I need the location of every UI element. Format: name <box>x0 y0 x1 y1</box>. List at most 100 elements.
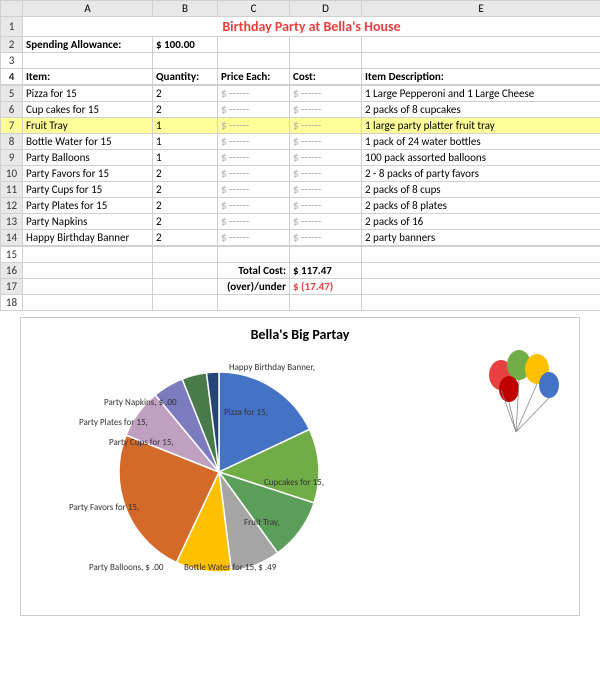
cell-3e <box>362 53 600 69</box>
item-qty: 1 <box>153 150 218 166</box>
item-qty: 2 <box>153 230 218 246</box>
item-qty: 1 <box>153 134 218 150</box>
cell-17e <box>362 279 600 295</box>
table-row: 10Party Favors for 152$ ------$ ------2 … <box>1 166 600 182</box>
total-cost-value: $ 117.47 <box>290 263 362 279</box>
row-num-13: 13 <box>1 214 23 230</box>
cell-2e <box>362 37 600 53</box>
table-row: 8Bottle Water for 151$ ------$ ------1 p… <box>1 134 600 150</box>
item-price: $ ------ <box>218 166 290 182</box>
pie-label-favors: Party Favors for 15, <box>69 502 139 513</box>
item-desc: 2 packs of 8 cups <box>362 182 600 198</box>
item-qty: 2 <box>153 198 218 214</box>
cell-3a <box>23 53 153 69</box>
item-name: Party Plates for 15 <box>23 198 153 214</box>
item-desc: 2 - 8 packs of party favors <box>362 166 600 182</box>
item-qty: 1 <box>153 118 218 134</box>
cell-18e <box>362 295 600 311</box>
table-row: 9Party Balloons1$ ------$ ------100 pack… <box>1 150 600 166</box>
col-header-d: D <box>290 1 362 17</box>
cell-18c <box>218 295 290 311</box>
cell-18a <box>23 295 153 311</box>
table-row: 5Pizza for 152$ ------$ ------1 Large Pe… <box>1 86 600 102</box>
item-name: Party Napkins <box>23 214 153 230</box>
item-cost: $ ------ <box>290 198 362 214</box>
row-num-7: 7 <box>1 118 23 134</box>
cell-15b <box>153 247 218 263</box>
over-under-value: $ (17.47) <box>290 279 362 295</box>
col-header-e: E <box>362 1 600 17</box>
table-row: 13Party Napkins2$ ------$ ------2 packs … <box>1 214 600 230</box>
row-num-17: 17 <box>1 279 23 295</box>
item-desc: 100 pack assorted balloons <box>362 150 600 166</box>
item-name: Cup cakes for 15 <box>23 102 153 118</box>
pie-label-cups: Party Cups for 15, <box>109 437 174 448</box>
balloons-decoration <box>481 347 561 456</box>
item-price: $ ------ <box>218 102 290 118</box>
item-price: $ ------ <box>218 214 290 230</box>
item-price: $ ------ <box>218 118 290 134</box>
item-cost: $ ------ <box>290 182 362 198</box>
pie-label-napkins: Party Napkins, $ .00 <box>104 397 177 408</box>
pie-label-pizza: Pizza for 15, <box>224 407 268 418</box>
pie-label-balloons: Party Balloons, $ .00 <box>89 562 163 573</box>
item-qty: 2 <box>153 182 218 198</box>
spreadsheet-title: Birthday Party at Bella's House <box>23 17 600 37</box>
col-qty-header: Quantity: <box>153 69 218 85</box>
item-name: Happy Birthday Banner <box>23 230 153 246</box>
item-name: Pizza for 15 <box>23 86 153 102</box>
row-num-1: 1 <box>1 17 23 37</box>
item-qty: 2 <box>153 102 218 118</box>
total-cost-label: Total Cost: <box>218 263 290 279</box>
item-price: $ ------ <box>218 150 290 166</box>
item-name: Party Balloons <box>23 150 153 166</box>
item-qty: 2 <box>153 166 218 182</box>
item-price: $ ------ <box>218 86 290 102</box>
cell-15d <box>290 247 362 263</box>
row-num-18: 18 <box>1 295 23 311</box>
col-header-a: A <box>23 1 153 17</box>
pie-label-water: Bottle Water for 15, $ .49 <box>184 562 276 573</box>
col-cost-header: Cost: <box>290 69 362 85</box>
item-name: Bottle Water for 15 <box>23 134 153 150</box>
col-header-b: B <box>153 1 218 17</box>
cell-17a <box>23 279 153 295</box>
cell-17b <box>153 279 218 295</box>
item-cost: $ ------ <box>290 150 362 166</box>
item-name: Party Cups for 15 <box>23 182 153 198</box>
col-item-header: Item: <box>23 69 153 85</box>
row-num-15: 15 <box>1 247 23 263</box>
table-row: 14Happy Birthday Banner2$ ------$ ------… <box>1 230 600 246</box>
cell-18b <box>153 295 218 311</box>
col-desc-header: Item Description: <box>362 69 600 85</box>
spreadsheet: A B C D E 1 Birthday Party at Bella's Ho… <box>0 0 600 85</box>
cell-2d <box>290 37 362 53</box>
item-name: Fruit Tray <box>23 118 153 134</box>
item-desc: 2 party banners <box>362 230 600 246</box>
cell-18d <box>290 295 362 311</box>
row-num-6: 6 <box>1 102 23 118</box>
item-cost: $ ------ <box>290 86 362 102</box>
table-row: 11Party Cups for 152$ ------$ ------2 pa… <box>1 182 600 198</box>
cell-2c <box>218 37 290 53</box>
item-cost: $ ------ <box>290 118 362 134</box>
cell-15e <box>362 247 600 263</box>
item-desc: 1 Large Pepperoni and 1 Large Cheese <box>362 86 600 102</box>
item-price: $ ------ <box>218 198 290 214</box>
item-name: Party Favors for 15 <box>23 166 153 182</box>
pie-area: Happy Birthday Banner, Pizza for 15, Cup… <box>29 347 571 607</box>
row-num-5: 5 <box>1 86 23 102</box>
spending-value: $ 100.00 <box>153 37 218 53</box>
table-row: 6Cup cakes for 152$ ------$ ------2 pack… <box>1 102 600 118</box>
item-desc: 1 pack of 24 water bottles <box>362 134 600 150</box>
chart-container: Bella's Big Partay Happy Birthday Banner… <box>20 317 580 616</box>
row-num-9: 9 <box>1 150 23 166</box>
row-num-11: 11 <box>1 182 23 198</box>
corner-cell <box>1 1 23 17</box>
item-desc: 2 packs of 8 plates <box>362 198 600 214</box>
row-num-3: 3 <box>1 53 23 69</box>
item-cost: $ ------ <box>290 230 362 246</box>
cell-16e <box>362 263 600 279</box>
chart-title: Bella's Big Partay <box>29 326 571 343</box>
item-qty: 2 <box>153 86 218 102</box>
